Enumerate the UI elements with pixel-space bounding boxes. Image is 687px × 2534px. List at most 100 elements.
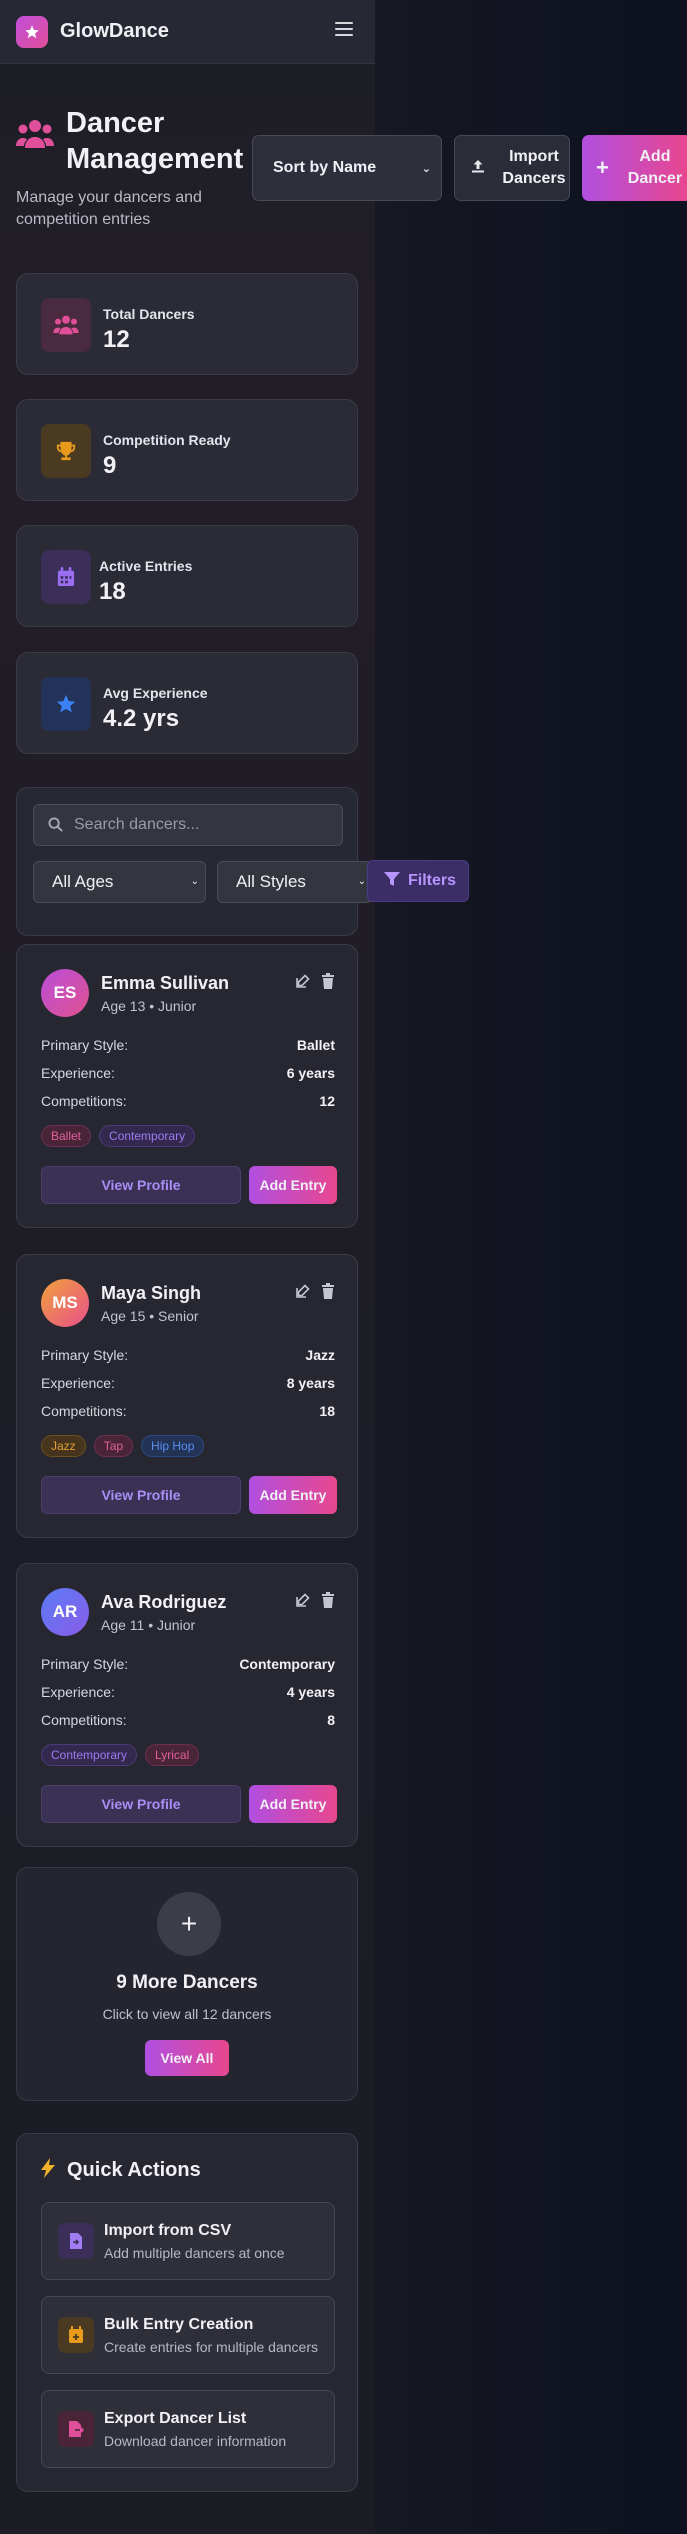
field-label: Experience: <box>41 1684 115 1700</box>
add-dancer-label: Add Dancer <box>627 148 683 187</box>
field-label: Primary Style: <box>41 1656 129 1672</box>
field-label: Competitions: <box>41 1403 127 1419</box>
more-dancers-card[interactable]: + 9 More Dancers Click to view all 12 da… <box>16 1867 358 2101</box>
bolt-icon <box>41 2158 55 2183</box>
calendar-plus-icon <box>58 2317 94 2353</box>
filter-icon <box>384 871 400 891</box>
stat-card-competition-ready: Competition Ready 9 <box>16 399 358 501</box>
primary-style-row: Primary Style: Jazz <box>41 1347 335 1363</box>
filters-label: Filters <box>408 872 457 889</box>
stat-card-active-entries: Active Entries 18 <box>16 525 358 627</box>
page-title: Dancer Management <box>66 107 244 175</box>
add-entry-button[interactable]: Add Entry <box>249 1785 337 1823</box>
competitions-row: Competitions: 8 <box>41 1712 335 1728</box>
field-value: Jazz <box>305 1347 335 1363</box>
avatar: ES <box>41 969 89 1017</box>
quick-action-export-list[interactable]: Export Dancer List Download dancer infor… <box>41 2390 335 2468</box>
search-box[interactable] <box>33 804 343 846</box>
quick-action-title: Export Dancer List <box>104 2410 247 2427</box>
sort-select-value: Sort by Name <box>273 159 377 176</box>
quick-action-bulk-entry[interactable]: Bulk Entry Creation Create entries for m… <box>41 2296 335 2374</box>
plus-icon: + <box>596 155 609 180</box>
star-icon <box>41 677 91 731</box>
style-tag: Jazz <box>41 1435 86 1457</box>
field-label: Primary Style: <box>41 1347 129 1363</box>
primary-style-row: Primary Style: Contemporary <box>41 1656 335 1672</box>
field-label: Competitions: <box>41 1093 127 1109</box>
style-select[interactable]: All Styles ⌄ <box>217 861 373 903</box>
field-value: 4 years <box>286 1684 335 1700</box>
style-select-value: All Styles <box>236 872 306 891</box>
add-entry-button[interactable]: Add Entry <box>249 1166 337 1204</box>
star-logo-icon <box>16 15 48 48</box>
competitions-row: Competitions: 12 <box>41 1093 335 1109</box>
brand-name: GlowDance <box>60 20 169 42</box>
field-label: Experience: <box>41 1375 115 1391</box>
chevron-down-icon: ⌄ <box>357 876 366 887</box>
stat-value: 12 <box>103 326 130 353</box>
calendar-icon <box>41 550 91 604</box>
primary-style-row: Primary Style: Ballet <box>41 1037 335 1053</box>
stat-label: Total Dancers <box>103 306 195 322</box>
upload-icon <box>471 159 485 178</box>
quick-action-title: Import from CSV <box>104 2222 232 2239</box>
trash-icon[interactable] <box>321 1283 335 1304</box>
edit-icon[interactable] <box>295 1283 311 1304</box>
style-tags: Contemporary Lyrical <box>41 1744 200 1766</box>
trash-icon[interactable] <box>321 973 335 994</box>
main-panel: GlowDance Dancer Management Manage your … <box>0 0 375 2534</box>
filters-button[interactable]: Filters <box>367 860 469 902</box>
filter-panel: All Ages ⌄ All Styles ⌄ <box>16 787 373 936</box>
field-value: Contemporary <box>239 1656 335 1672</box>
experience-row: Experience: 6 years <box>41 1065 335 1081</box>
chevron-down-icon: ⌄ <box>421 163 431 175</box>
add-entry-button[interactable]: Add Entry <box>249 1476 337 1514</box>
search-input[interactable] <box>74 805 334 845</box>
field-value: Ballet <box>296 1037 335 1053</box>
users-icon <box>16 119 54 154</box>
import-dancers-button[interactable]: Import Dancers <box>454 135 570 201</box>
field-value: 12 <box>319 1093 335 1109</box>
menu-icon[interactable] <box>335 22 353 40</box>
view-profile-button[interactable]: View Profile <box>41 1166 241 1204</box>
style-tag: Contemporary <box>99 1125 196 1147</box>
dancer-card: MS Maya Singh Age 15 • Senior Primary St… <box>16 1254 358 1538</box>
field-value: 8 years <box>286 1375 335 1391</box>
quick-action-subtitle: Download dancer information <box>104 2433 287 2449</box>
add-dancer-button[interactable]: + Add Dancer <box>582 135 687 201</box>
field-value: 8 <box>327 1712 335 1728</box>
age-select-value: All Ages <box>52 872 114 891</box>
quick-actions-panel: Quick Actions Import from CSV Add multip… <box>16 2133 358 2492</box>
view-all-button[interactable]: View All <box>145 2040 229 2076</box>
view-profile-button[interactable]: View Profile <box>41 1476 241 1514</box>
edit-icon[interactable] <box>295 973 311 994</box>
file-export-icon <box>58 2411 94 2447</box>
import-dancers-label: Import Dancers <box>502 148 566 187</box>
quick-action-title: Bulk Entry Creation <box>104 2316 254 2333</box>
trash-icon[interactable] <box>321 1592 335 1613</box>
sort-select[interactable]: Sort by Name ⌄ <box>252 135 442 201</box>
stat-card-avg-experience: Avg Experience 4.2 yrs <box>16 652 358 754</box>
view-profile-button[interactable]: View Profile <box>41 1785 241 1823</box>
avatar: AR <box>41 1588 89 1636</box>
more-subtitle: Click to view all 12 dancers <box>102 2006 272 2022</box>
trophy-icon <box>41 424 91 478</box>
search-icon <box>48 817 63 837</box>
style-tag: Contemporary <box>41 1744 138 1766</box>
style-tags: Jazz Tap Hip Hop <box>41 1435 205 1457</box>
page-subtitle: Manage your dancers and competition entr… <box>16 189 202 228</box>
competitions-row: Competitions: 18 <box>41 1403 335 1419</box>
dancer-meta: Age 15 • Senior <box>101 1308 199 1324</box>
age-select[interactable]: All Ages ⌄ <box>33 861 206 903</box>
style-tag: Lyrical <box>145 1744 200 1766</box>
field-value: 6 years <box>286 1065 335 1081</box>
dancer-name: Emma Sullivan <box>101 973 230 993</box>
dancer-name: Ava Rodriguez <box>101 1592 227 1612</box>
dancer-meta: Age 11 • Junior <box>101 1617 196 1633</box>
dancer-name: Maya Singh <box>101 1283 202 1303</box>
quick-action-import-csv[interactable]: Import from CSV Add multiple dancers at … <box>41 2202 335 2280</box>
edit-icon[interactable] <box>295 1592 311 1613</box>
experience-row: Experience: 4 years <box>41 1684 335 1700</box>
stat-label: Active Entries <box>99 558 193 574</box>
chevron-down-icon: ⌄ <box>190 876 199 887</box>
